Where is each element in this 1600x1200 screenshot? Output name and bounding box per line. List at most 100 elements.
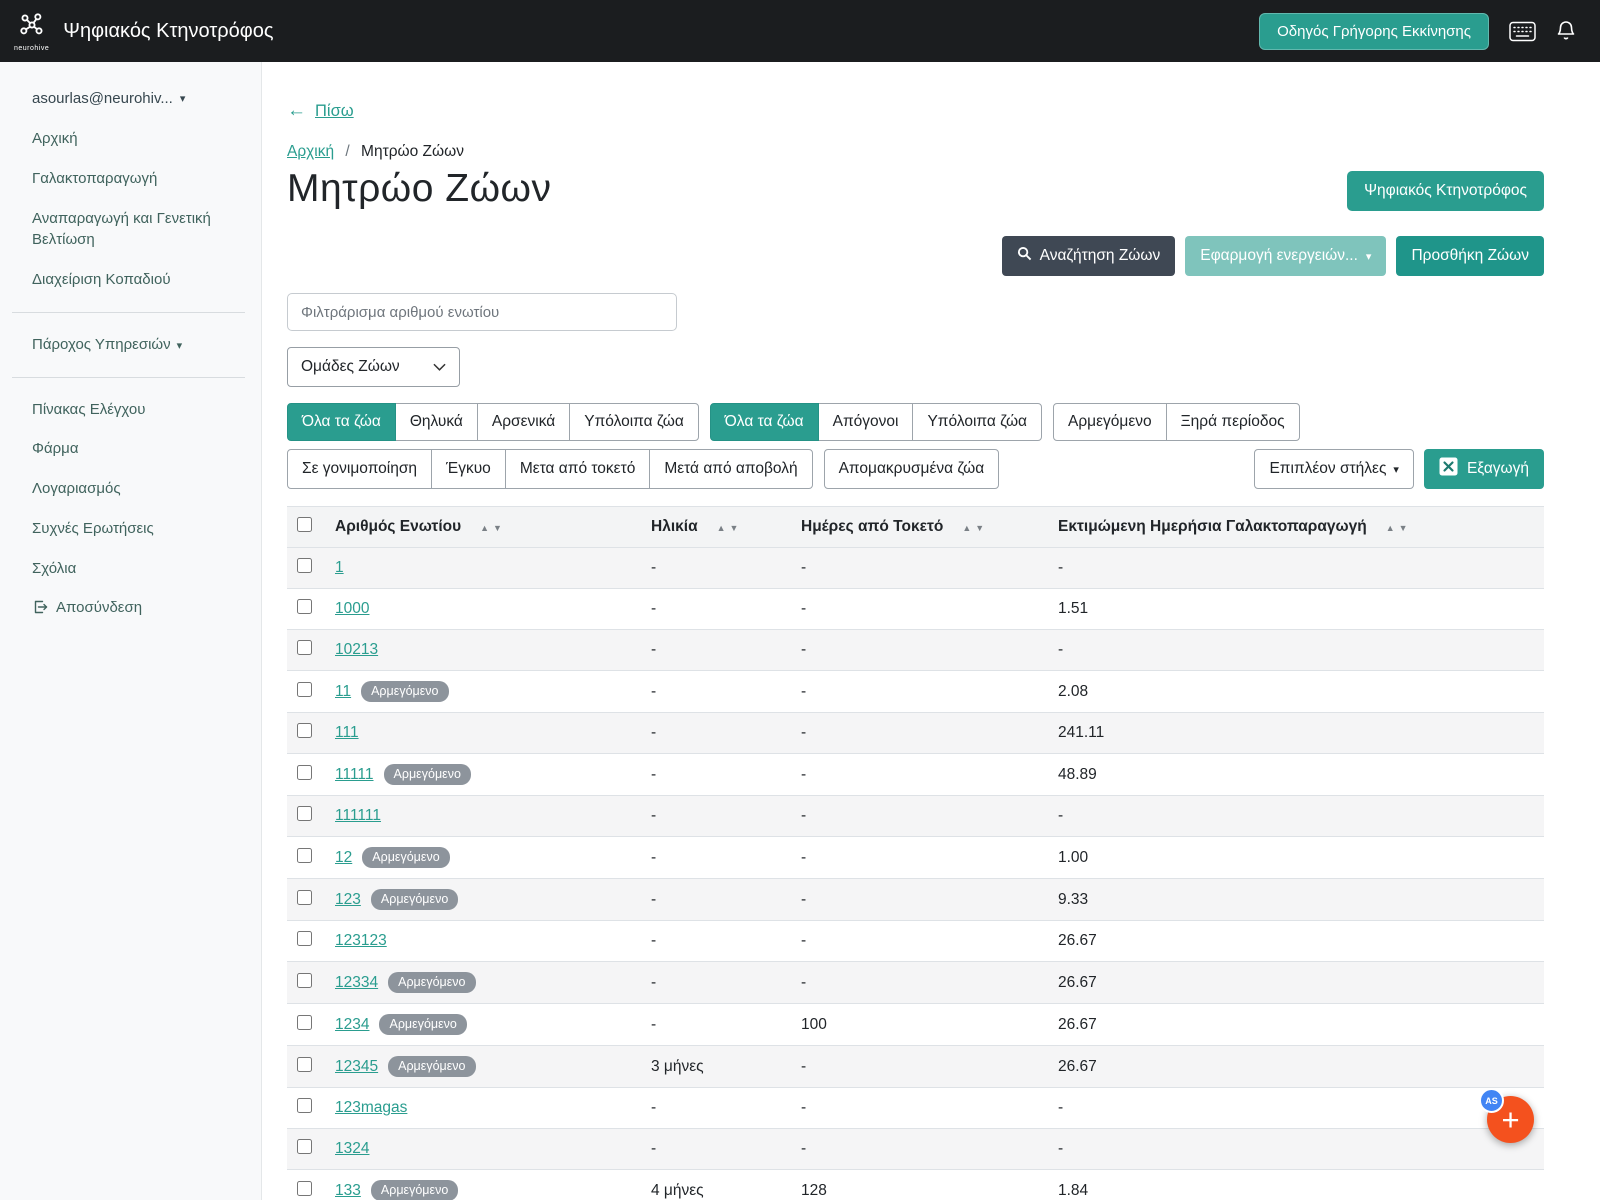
chevron-down-icon: ▾ [1366,250,1372,263]
row-checkbox[interactable] [297,682,312,697]
table-row: 123Αρμεγόμενο--9.33 [287,879,1544,921]
sort-arrows-icon[interactable]: ▲▼ [476,523,502,533]
row-checkbox[interactable] [297,1015,312,1030]
animal-link[interactable]: 1000 [335,600,369,617]
animal-link[interactable]: 111111 [335,807,381,824]
row-checkbox[interactable] [297,890,312,905]
sort-arrows-icon[interactable]: ▲▼ [958,523,984,533]
animal-link[interactable]: 111 [335,724,359,741]
filter-post-abortion[interactable]: Μετά από αποβολή [649,449,812,489]
sidebar-item-farm[interactable]: Φάρμα [32,429,245,469]
column-header-tag-number[interactable]: Αριθμός Ενωτίου▲▼ [323,507,639,548]
age-cell: - [639,589,789,630]
animal-link[interactable]: 123 [335,891,361,908]
animal-link[interactable]: 12 [335,849,352,866]
sidebar-item-feedback[interactable]: Σχόλια [32,549,245,589]
age-cell: - [639,1088,789,1129]
filter-all-animals-2[interactable]: Όλα τα ζώα [710,403,819,441]
tag-filter-input[interactable] [287,293,677,331]
animal-link[interactable]: 12345 [335,1058,378,1075]
sidebar-item-reproduction-genetics[interactable]: Αναπαραγωγή και Γενετική Βελτίωση [32,199,245,261]
filter-other-animals-2[interactable]: Υπόλοιπα ζώα [912,403,1042,441]
row-checkbox[interactable] [297,1181,312,1196]
row-checkbox[interactable] [297,848,312,863]
animal-link[interactable]: 10213 [335,641,378,658]
filter-row-2-groups: Σε γονιμοποίησηΈγκυοΜετα από τοκετόΜετά … [287,449,1010,489]
add-animals-button[interactable]: Προσθήκη Ζώων [1396,236,1544,276]
animal-link[interactable]: 133 [335,1182,361,1199]
sidebar-item-herd-management[interactable]: Διαχείριση Κοπαδιού [32,260,245,300]
user-account-menu[interactable]: asourlas@neurohiv... ▾ [32,86,245,119]
bell-icon[interactable] [1556,20,1576,42]
extra-columns-button[interactable]: Επιπλέον στήλες ▾ [1254,449,1413,489]
days-from-calving-cell: - [789,796,1046,837]
export-button[interactable]: Εξαγωγή [1424,449,1544,489]
filter-offspring[interactable]: Απόγονοι [818,403,914,441]
column-header-days-from-calving[interactable]: Ημέρες από Τοκετό▲▼ [789,507,1046,548]
row-checkbox[interactable] [297,599,312,614]
search-animals-button[interactable]: Αναζήτηση Ζώων [1002,236,1176,276]
animal-link[interactable]: 1234 [335,1016,369,1033]
apply-actions-button[interactable]: Εφαρμογή ενεργειών... ▾ [1185,236,1386,276]
back-link[interactable]: Πίσω [315,102,354,121]
row-checkbox[interactable] [297,931,312,946]
filter-milking[interactable]: Αρμεγόμενο [1053,403,1167,441]
animal-link[interactable]: 1324 [335,1140,369,1157]
keyboard-icon[interactable] [1509,21,1536,42]
animal-link[interactable]: 12334 [335,974,378,991]
row-checkbox[interactable] [297,640,312,655]
row-checkbox[interactable] [297,1139,312,1154]
sidebar-item-faq[interactable]: Συχνές Ερωτήσεις [32,509,245,549]
sidebar-item-home[interactable]: Αρχική [32,119,245,159]
animal-link[interactable]: 11 [335,683,351,700]
quick-start-button[interactable]: Οδηγός Γρήγορης Εκκίνησης [1259,13,1489,50]
row-checkbox[interactable] [297,1057,312,1072]
tag-number-cell: 123magas [323,1088,639,1129]
sidebar-item-milk-production[interactable]: Γαλακτοπαραγωγή [32,159,245,199]
row-checkbox[interactable] [297,806,312,821]
age-cell: - [639,1129,789,1170]
breadcrumb-home-link[interactable]: Αρχική [287,143,334,160]
filter-removed-animals[interactable]: Απομακρυσμένα ζώα [824,449,1000,489]
milking-badge: Αρμεγόμενο [362,847,449,868]
filter-female[interactable]: Θηλυκά [395,403,478,441]
filter-pregnant[interactable]: Έγκυο [431,449,506,489]
filter-other-animals[interactable]: Υπόλοιπα ζώα [569,403,699,441]
filter-post-calving[interactable]: Μετα από τοκετό [505,449,651,489]
column-header-age[interactable]: Ηλικία ▲▼ [639,507,789,548]
sort-arrows-icon[interactable]: ▲▼ [1382,523,1408,533]
select-all-checkbox[interactable] [297,517,312,532]
table-row: 1000--1.51 [287,589,1544,630]
animal-link[interactable]: 123magas [335,1099,407,1116]
row-checkbox[interactable] [297,723,312,738]
animal-link[interactable]: 11111 [335,766,374,783]
column-header-label: Ηλικία [651,518,698,535]
sidebar-item-service-provider[interactable]: Πάροχος Υπηρεσιών▾ [32,325,245,365]
days-from-calving-cell: - [789,879,1046,921]
animal-link[interactable]: 123123 [335,932,387,949]
topbar: neurohive Ψηφιακός Κτηνοτρόφος Οδηγός Γρ… [0,0,1600,62]
sidebar-item-logout[interactable]: Αποσύνδεση [32,588,245,631]
logo-text: neurohive [14,45,49,52]
filter-dry-period[interactable]: Ξηρά περίοδος [1166,403,1300,441]
animal-groups-dropdown[interactable]: Ομάδες Ζώων [287,347,460,387]
sidebar-item-account[interactable]: Λογαριασμός [32,469,245,509]
filter-male[interactable]: Αρσενικά [477,403,570,441]
filter-button-group: ΑρμεγόμενοΞηρά περίοδος [1053,403,1300,441]
filter-in-insemination[interactable]: Σε γονιμοποίηση [287,449,432,489]
avatar[interactable]: AS [1479,1088,1504,1113]
age-cell: - [639,837,789,879]
digital-farmer-button[interactable]: Ψηφιακός Κτηνοτρόφος [1347,171,1544,211]
row-checkbox[interactable] [297,1098,312,1113]
sort-arrows-icon[interactable]: ▲▼ [713,523,739,533]
column-header-label: Εκτιμώμενη Ημερήσια Γαλακτοπαραγωγή [1058,518,1367,535]
filter-row-2: Σε γονιμοποίησηΈγκυοΜετα από τοκετόΜετά … [287,449,1544,489]
filter-all-animals[interactable]: Όλα τα ζώα [287,403,396,441]
sidebar-item-dashboard[interactable]: Πίνακας Ελέγχου [32,390,245,430]
milk-cell: 2.08 [1046,671,1544,713]
row-checkbox[interactable] [297,973,312,988]
row-checkbox[interactable] [297,765,312,780]
column-header-estimated-daily-milk[interactable]: Εκτιμώμενη Ημερήσια Γαλακτοπαραγωγή ▲▼ [1046,507,1544,548]
animal-link[interactable]: 1 [335,559,344,576]
row-checkbox[interactable] [297,558,312,573]
